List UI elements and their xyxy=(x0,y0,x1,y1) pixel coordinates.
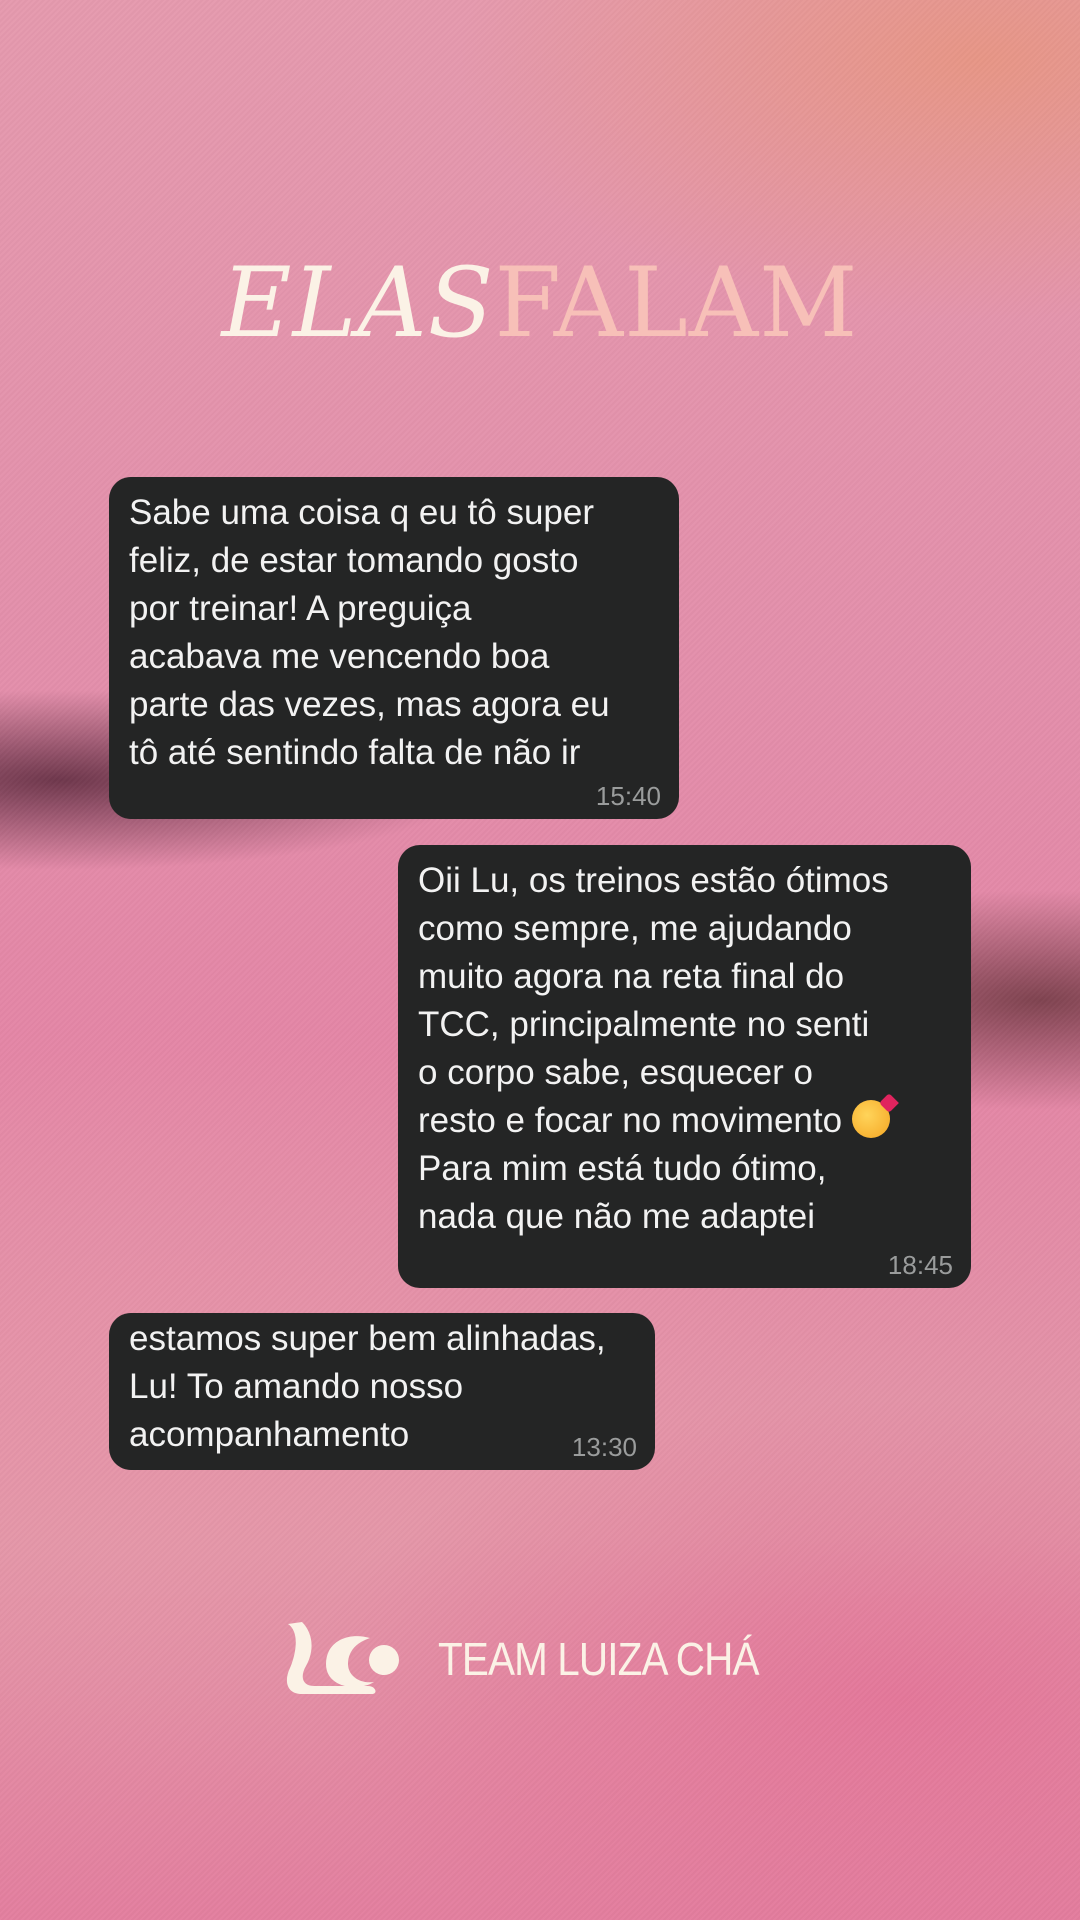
message-time: 13:30 xyxy=(571,1432,637,1462)
page-title: ELASFALAM xyxy=(0,255,1080,351)
message-bubble-sent: Oii Lu, os treinos estão ótimos como sem… xyxy=(398,845,971,1288)
message-text: Oii Lu, os treinos estão ótimos como sem… xyxy=(418,857,951,1241)
smiling-face-with-hearts-icon xyxy=(851,1100,890,1138)
message-text-part1: Oii Lu, os treinos estão ótimos como sem… xyxy=(418,861,889,1140)
message-text: estamos super bem alinhadas, Lu! To aman… xyxy=(129,1319,606,1454)
title-part-elas: ELAS xyxy=(221,247,495,359)
message-bubble-received: Sabe uma coisa q eu tô super feliz, de e… xyxy=(109,477,679,819)
message-text-part2: Para mim está tudo ótimo, nada que não m… xyxy=(418,1149,827,1236)
message-time: 15:40 xyxy=(595,781,661,811)
footer-brand: TEAM LUIZA CHÁ xyxy=(0,1620,1080,1698)
message-time: 18:45 xyxy=(887,1250,953,1280)
message-text: Sabe uma coisa q eu tô super feliz, de e… xyxy=(129,493,610,772)
title-part-falam: FALAM xyxy=(494,247,859,359)
brand-name: TEAM LUIZA CHÁ xyxy=(437,1633,759,1685)
luiza-cha-logo-icon xyxy=(286,1622,399,1694)
message-bubble-received: estamos super bem alinhadas, Lu! To aman… xyxy=(109,1313,655,1470)
